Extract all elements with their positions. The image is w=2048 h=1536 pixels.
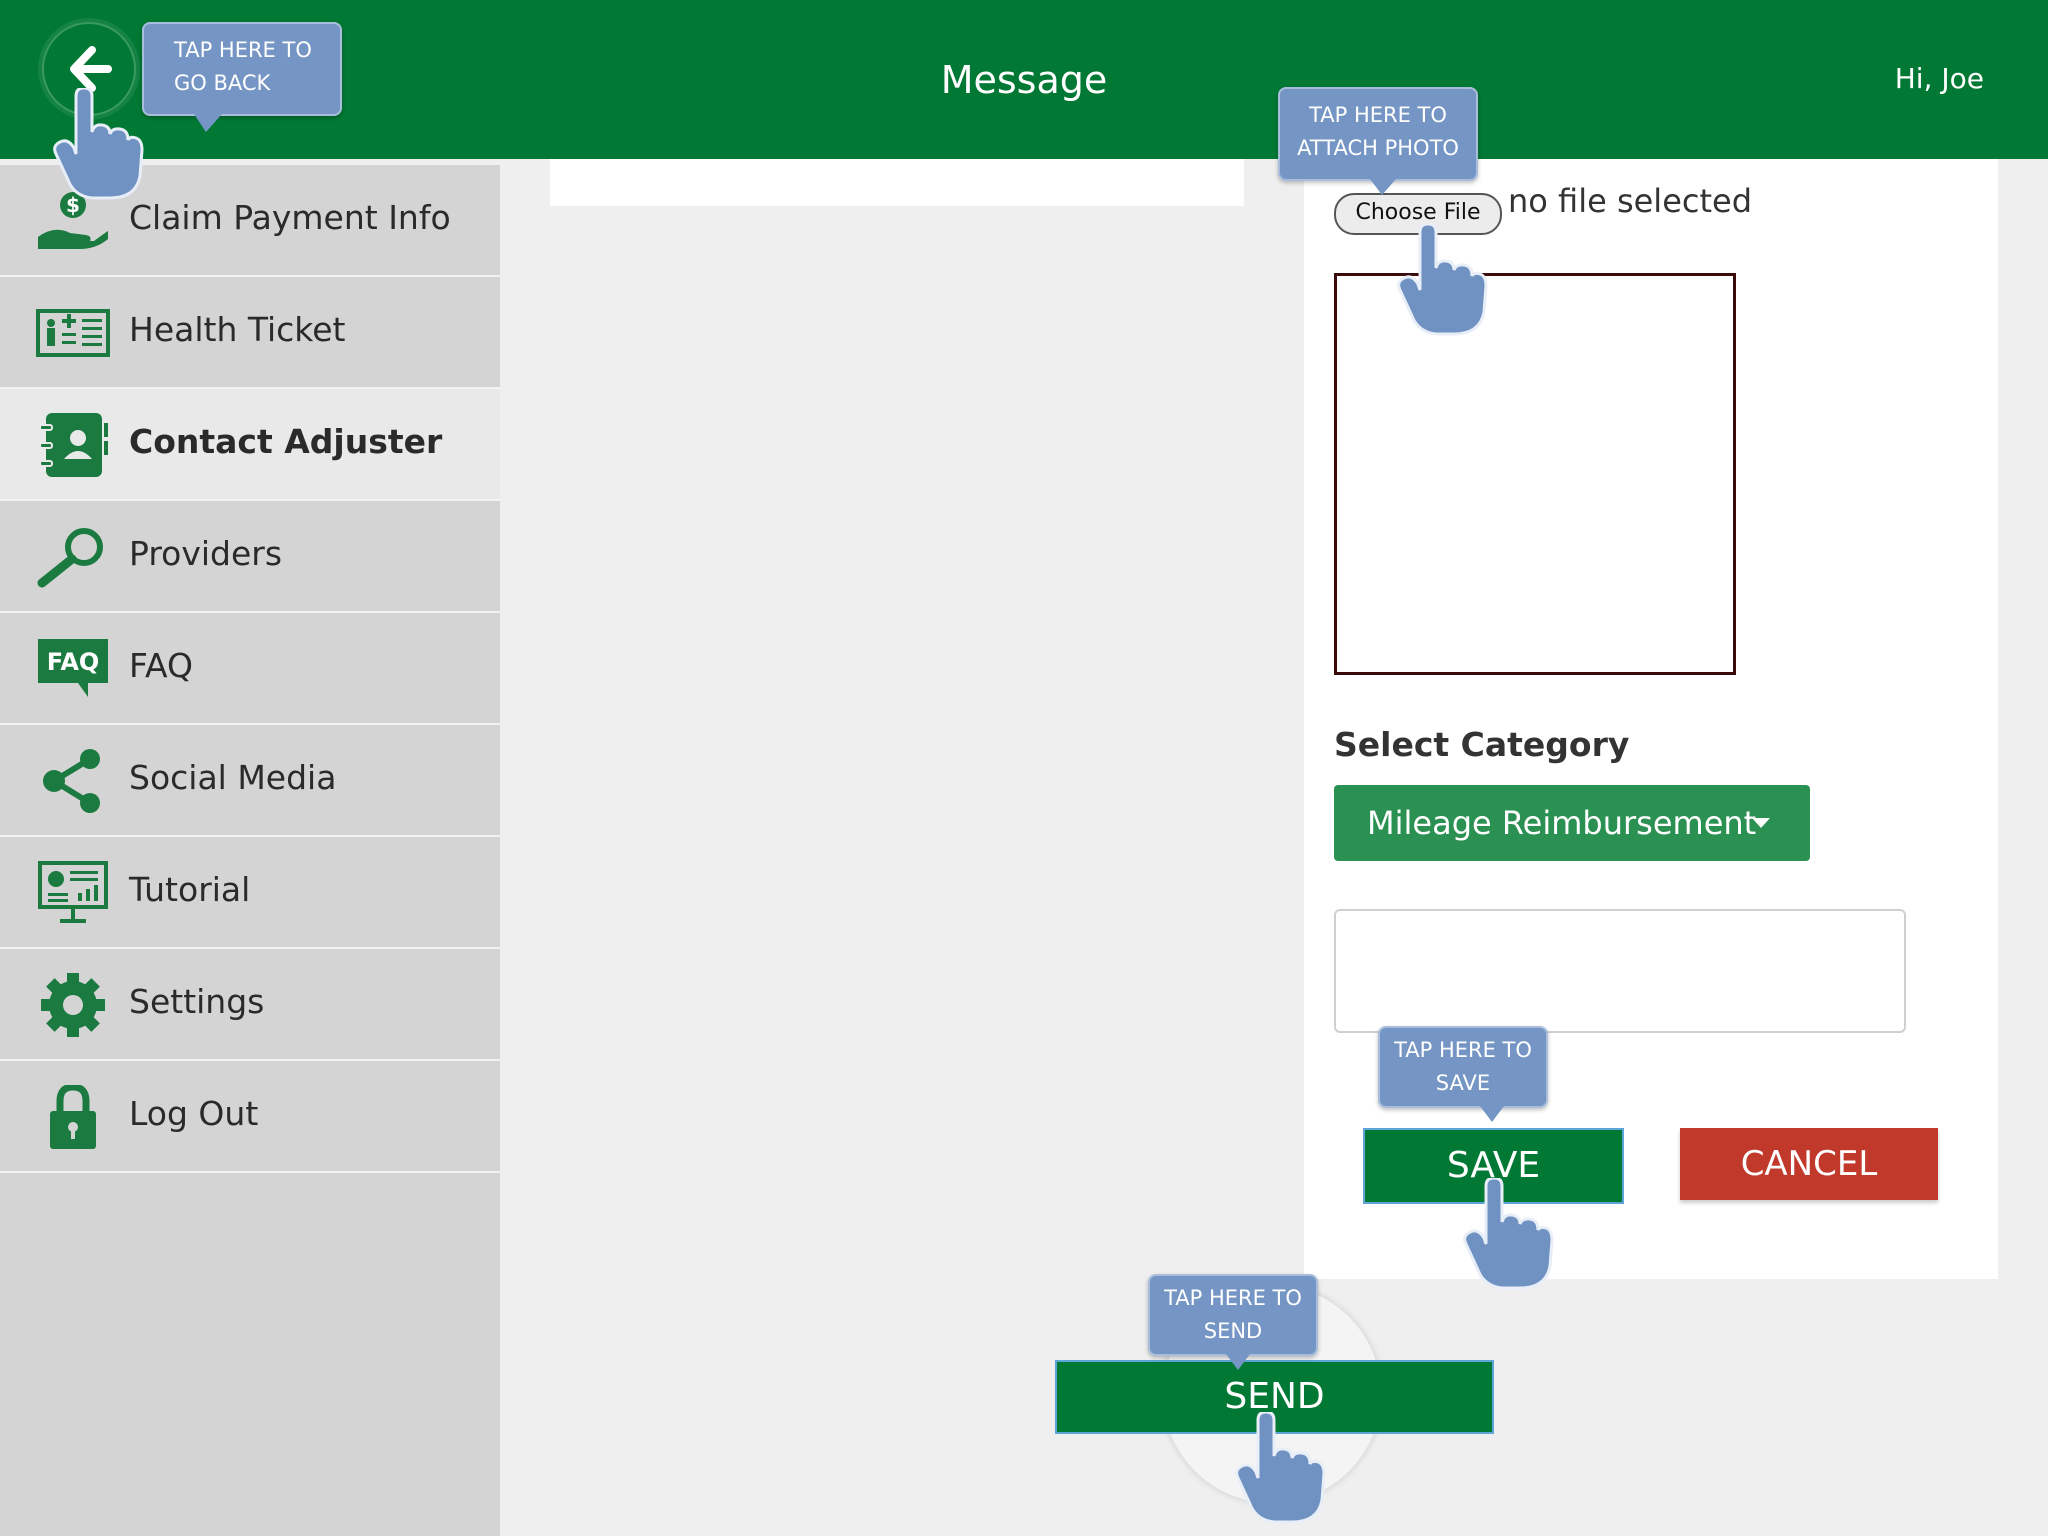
share-icon <box>43 749 100 813</box>
faq-icon: FAQ <box>38 639 108 697</box>
sidebar-item-tutorial[interactable]: Tutorial <box>0 837 500 949</box>
sidebar-item-label: Tutorial <box>129 870 251 909</box>
presentation-icon <box>38 861 108 923</box>
sidebar-item-label: Log Out <box>129 1094 259 1133</box>
photo-preview-box[interactable] <box>1334 273 1736 675</box>
sidebar-item-label: Claim Payment Info <box>129 198 451 237</box>
sidebar-item-label: FAQ <box>129 646 193 685</box>
sidebar-item-label: Providers <box>129 534 283 573</box>
category-dropdown-value: Mileage Reimbursement <box>1367 804 1757 842</box>
file-status-text: no file selected <box>1508 182 1753 220</box>
pointing-hand-icon <box>1397 224 1488 336</box>
callout-line: TAP HERE TO <box>1309 103 1447 127</box>
svg-text:FAQ: FAQ <box>47 648 100 676</box>
category-label: Select Category <box>1334 725 1630 764</box>
pointing-hand-icon <box>53 88 144 200</box>
sidebar: $ Claim Payment Info Health Ticket Conta… <box>0 165 500 1536</box>
callout-attach-photo: TAP HERE TO ATTACH PHOTO <box>1278 87 1478 195</box>
contact-book-icon <box>39 413 108 477</box>
sidebar-item-log-out[interactable]: Log Out <box>0 1061 500 1173</box>
sidebar-item-label: Social Media <box>129 758 337 797</box>
pointing-hand-icon <box>1463 1178 1554 1290</box>
sidebar-item-label: Health Ticket <box>129 310 346 349</box>
sidebar-item-providers[interactable]: Providers <box>0 501 500 613</box>
sidebar-item-label: Contact Adjuster <box>129 422 443 461</box>
caret-down-icon <box>1752 818 1770 828</box>
callout-save: TAP HERE TO SAVE <box>1378 1026 1548 1122</box>
message-textarea[interactable] <box>1334 909 1906 1033</box>
callout-line: TAP HERE TO <box>174 38 312 62</box>
sidebar-item-contact-adjuster[interactable]: Contact Adjuster <box>0 389 500 501</box>
callout-go-back: TAP HERE TO GO BACK <box>142 22 342 132</box>
gear-icon <box>41 973 105 1037</box>
health-ticket-icon <box>36 309 110 357</box>
user-greeting: Hi, Joe <box>1894 62 1984 95</box>
callout-line: SEND <box>1203 1319 1263 1343</box>
pointing-hand-icon <box>1235 1412 1326 1524</box>
sidebar-item-faq[interactable]: FAQ FAQ <box>0 613 500 725</box>
sidebar-item-social-media[interactable]: Social Media <box>0 725 500 837</box>
callout-send: TAP HERE TO SEND <box>1148 1274 1318 1370</box>
message-list-panel <box>550 159 1244 206</box>
magnifier-icon <box>37 528 103 588</box>
sidebar-item-health-ticket[interactable]: Health Ticket <box>0 277 500 389</box>
sidebar-item-label: Settings <box>129 982 265 1021</box>
lock-icon <box>50 1085 96 1149</box>
callout-line: SAVE <box>1435 1071 1491 1095</box>
callout-line: TAP HERE TO <box>1394 1038 1532 1062</box>
cancel-button[interactable]: CANCEL <box>1680 1128 1938 1200</box>
callout-line: TAP HERE TO <box>1164 1286 1302 1310</box>
category-dropdown[interactable]: Mileage Reimbursement <box>1334 785 1810 861</box>
callout-line: GO BACK <box>174 71 271 95</box>
sidebar-item-settings[interactable]: Settings <box>0 949 500 1061</box>
callout-line: ATTACH PHOTO <box>1297 136 1459 160</box>
